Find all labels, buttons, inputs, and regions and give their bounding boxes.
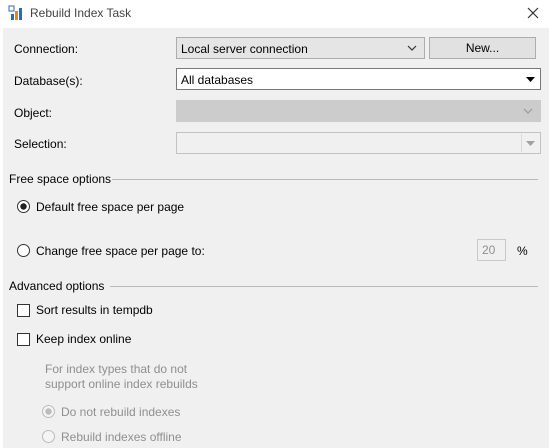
databases-select[interactable]: All databases xyxy=(176,68,541,90)
free-space-divider xyxy=(112,179,538,180)
databases-value: All databases xyxy=(181,73,254,87)
connection-combo[interactable]: Local server connection xyxy=(176,37,425,59)
connection-label: Connection: xyxy=(14,42,79,56)
keep-online-label[interactable]: Keep index online xyxy=(36,332,131,346)
chevron-down-icon xyxy=(523,108,533,114)
window-title: Rebuild Index Task xyxy=(30,6,132,20)
free-space-title: Free space options xyxy=(9,172,112,186)
default-free-space-radio[interactable] xyxy=(17,200,30,213)
rebuild-offline-radio xyxy=(42,430,55,443)
selection-box xyxy=(176,132,541,154)
rebuild-offline-label: Rebuild indexes offline xyxy=(61,430,182,444)
dropdown-arrow-icon xyxy=(526,141,535,146)
sort-tempdb-label[interactable]: Sort results in tempdb xyxy=(36,303,153,317)
percent-unit: % xyxy=(517,244,528,258)
advanced-title: Advanced options xyxy=(9,279,105,293)
chevron-down-icon xyxy=(407,45,417,51)
dropdown-arrow-icon xyxy=(526,77,535,82)
window-edge xyxy=(0,28,3,448)
databases-dropdown-button[interactable] xyxy=(522,70,539,88)
connection-value: Local server connection xyxy=(181,42,308,56)
advanced-divider xyxy=(110,286,538,287)
do-not-rebuild-radio xyxy=(42,405,55,418)
do-not-rebuild-label: Do not rebuild indexes xyxy=(61,405,181,419)
selection-dropdown-button xyxy=(521,134,539,152)
new-connection-button[interactable]: New... xyxy=(429,37,536,59)
change-free-space-radio[interactable] xyxy=(17,244,30,257)
online-note-line1: For index types that do not xyxy=(45,362,188,376)
databases-label: Database(s): xyxy=(14,74,83,88)
free-space-percent-input: 20 xyxy=(477,239,506,261)
sort-tempdb-checkbox[interactable] xyxy=(17,304,30,317)
selection-label: Selection: xyxy=(14,137,67,151)
keep-online-checkbox[interactable] xyxy=(17,333,30,346)
online-note-line2: support online index rebuilds xyxy=(45,377,198,391)
object-combo xyxy=(176,100,541,122)
default-free-space-label[interactable]: Default free space per page xyxy=(36,200,184,214)
sql-task-icon xyxy=(8,5,22,20)
object-label: Object: xyxy=(14,106,53,120)
close-icon[interactable] xyxy=(522,3,544,23)
change-free-space-label[interactable]: Change free space per page to: xyxy=(36,244,205,258)
